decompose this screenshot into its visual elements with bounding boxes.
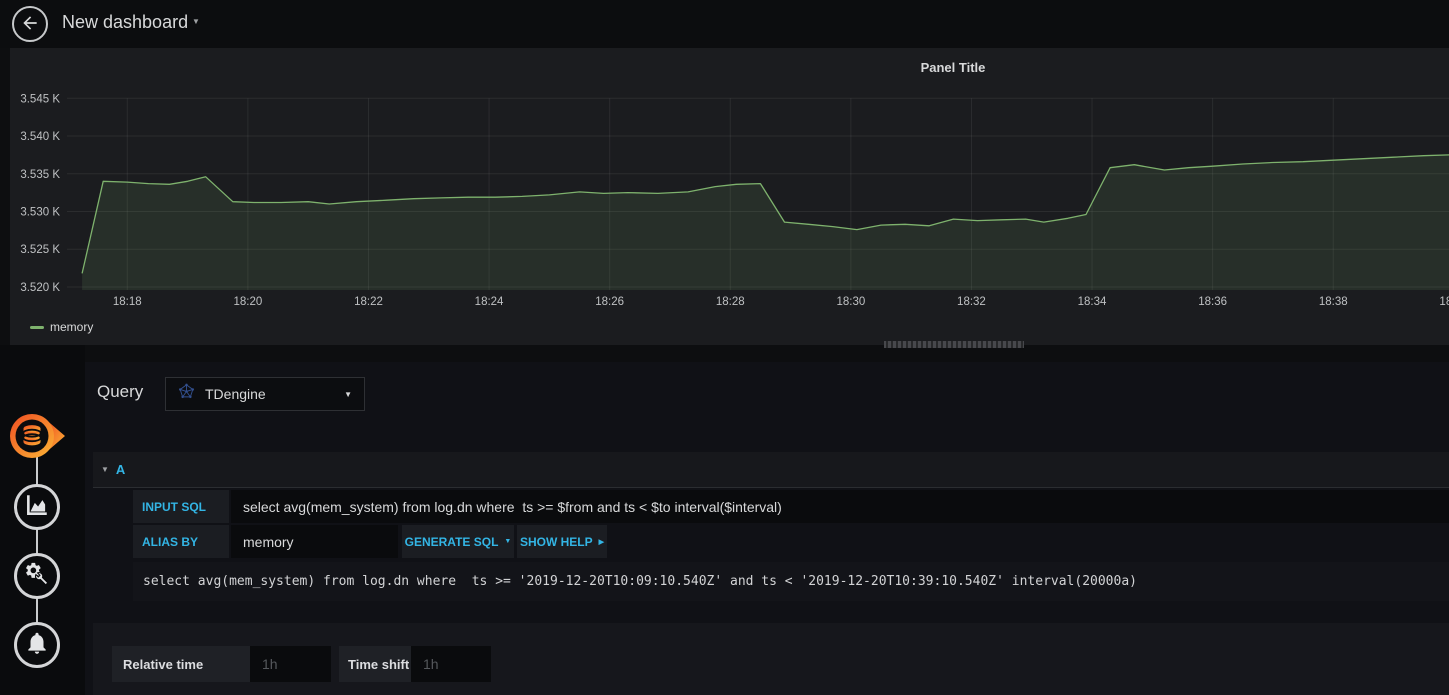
- svg-text:18:22: 18:22: [354, 296, 383, 308]
- svg-text:18:32: 18:32: [957, 296, 986, 308]
- svg-text:18:38: 18:38: [1319, 296, 1348, 308]
- generated-sql-text: select avg(mem_system) from log.dn where…: [133, 562, 1449, 601]
- time-options-row: Relative time Time shift: [112, 646, 491, 682]
- alias-by-label: ALIAS BY: [133, 525, 229, 558]
- svg-text:18:26: 18:26: [595, 296, 624, 308]
- dashboard-title[interactable]: New dashboard: [62, 12, 188, 33]
- gear-wrench-icon: [23, 560, 51, 593]
- tab-visualization[interactable]: [14, 484, 60, 530]
- chart-legend: memory: [30, 320, 93, 334]
- memory-timeseries-chart[interactable]: 18:18 18:20 18:22 18:24 18:26 18:28 18:30 18:32…: [10, 48, 1449, 345]
- svg-text:18:30: 18:30: [836, 296, 865, 308]
- svg-text:3.520 K: 3.520 K: [20, 282, 60, 294]
- database-icon: [8, 414, 66, 464]
- legend-color-dash: [30, 325, 44, 329]
- svg-text:18:18: 18:18: [113, 296, 142, 308]
- top-navbar: New dashboard ▼: [0, 0, 1449, 48]
- time-shift-field[interactable]: [411, 646, 491, 682]
- alias-by-field[interactable]: [231, 525, 398, 558]
- dashboard-title-caret-icon[interactable]: ▼: [192, 17, 200, 26]
- svg-text:18:36: 18:36: [1198, 296, 1227, 308]
- tab-queries[interactable]: [8, 412, 66, 465]
- relative-time-label: Relative time: [112, 646, 250, 682]
- query-editor-panel: Query TDengine ▼ ▼ A INPUT SQL select av…: [85, 362, 1449, 695]
- relative-time-field[interactable]: [250, 646, 331, 682]
- datasource-name: TDengine: [205, 386, 266, 402]
- input-sql-row: INPUT SQL: [133, 490, 1449, 523]
- tab-connector-line: [36, 437, 38, 645]
- panel-resize-handle[interactable]: [878, 341, 1030, 348]
- query-ref-id: A: [115, 462, 126, 477]
- generate-sql-label: GENERATE SQL: [404, 534, 499, 549]
- panel-title[interactable]: Panel Title: [873, 60, 1033, 75]
- svg-text:18:34: 18:34: [1078, 296, 1107, 308]
- svg-text:18:40: 18:40: [1439, 296, 1449, 308]
- time-options-panel: Relative time Time shift: [93, 623, 1449, 695]
- input-sql-label: INPUT SQL: [133, 490, 229, 523]
- time-shift-label: Time shift: [339, 646, 411, 682]
- svg-text:18:20: 18:20: [233, 296, 262, 308]
- legend-series-label[interactable]: memory: [50, 320, 93, 334]
- show-help-button[interactable]: SHOW HELP ▶: [517, 525, 607, 558]
- chevron-down-icon: ▼: [344, 389, 352, 399]
- tab-general[interactable]: [14, 553, 60, 599]
- svg-text:3.530 K: 3.530 K: [20, 207, 60, 219]
- tdengine-star-icon: [178, 383, 195, 405]
- back-button[interactable]: [12, 6, 48, 42]
- area-chart-icon: [24, 492, 50, 523]
- svg-text:3.540 K: 3.540 K: [20, 131, 60, 143]
- chevron-right-icon: ▶: [598, 538, 605, 546]
- input-sql-field[interactable]: [231, 490, 1449, 523]
- svg-text:18:28: 18:28: [716, 296, 745, 308]
- svg-text:3.535 K: 3.535 K: [20, 169, 60, 181]
- tab-alert[interactable]: [14, 622, 60, 668]
- arrow-left-icon: [20, 13, 40, 36]
- datasource-picker[interactable]: TDengine ▼: [165, 377, 365, 411]
- query-row-header[interactable]: ▼ A: [93, 452, 1449, 488]
- bell-icon: [24, 630, 50, 661]
- collapse-caret-icon[interactable]: ▼: [101, 465, 109, 474]
- svg-text:3.525 K: 3.525 K: [20, 244, 60, 256]
- generate-sql-button[interactable]: GENERATE SQL ▼: [402, 525, 514, 558]
- query-section-title: Query: [97, 382, 144, 401]
- chevron-down-icon: ▼: [504, 538, 512, 545]
- alias-by-row: ALIAS BY GENERATE SQL ▼ SHOW HELP ▶: [133, 525, 607, 558]
- chart-panel: 18:18 18:20 18:22 18:24 18:26 18:28 18:30 18:32…: [10, 48, 1449, 345]
- svg-text:3.545 K: 3.545 K: [20, 93, 60, 105]
- show-help-label: SHOW HELP: [519, 534, 593, 549]
- svg-text:18:24: 18:24: [475, 296, 504, 308]
